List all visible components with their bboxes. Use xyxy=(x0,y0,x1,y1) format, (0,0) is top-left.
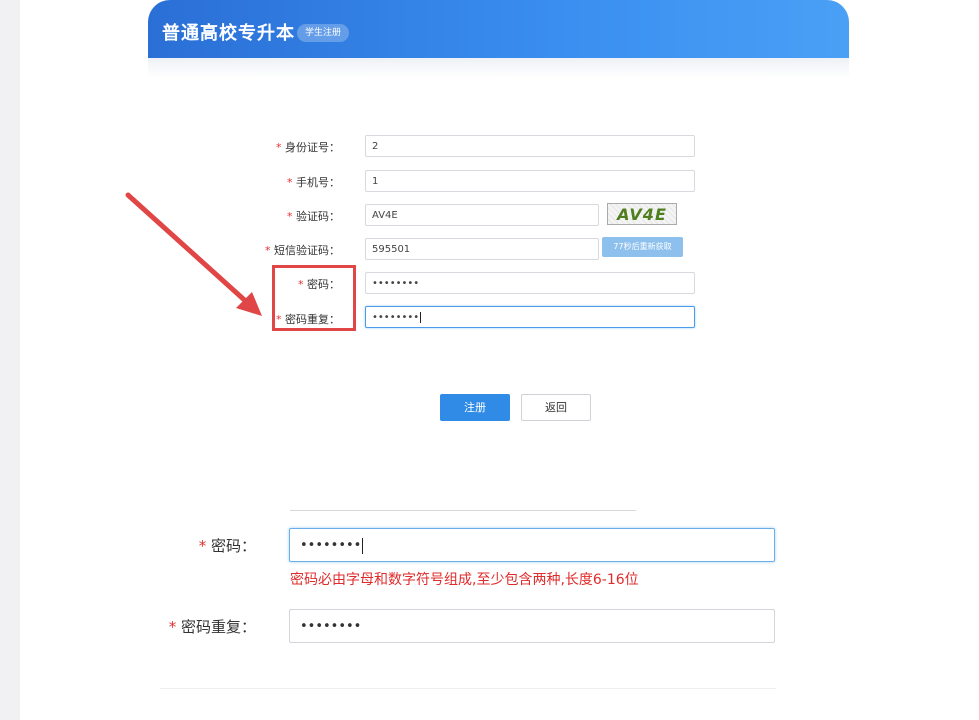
zoom-password-value: •••••••• xyxy=(300,538,362,553)
zoom-password-label: * 密码： xyxy=(126,535,256,556)
bottom-divider xyxy=(160,688,776,689)
zoom-password-repeat-label-text: 密码重复： xyxy=(180,618,256,636)
zoom-password-repeat-label: * 密码重复： xyxy=(126,616,256,637)
required-mark: * xyxy=(168,618,177,636)
required-mark: * xyxy=(198,537,207,555)
zoom-password-label-text: 密码： xyxy=(210,537,256,555)
password-error-message: 密码必由字母和数字符号组成,至少包含两种,长度6-16位 xyxy=(290,572,639,588)
register-button[interactable]: 注册 xyxy=(440,394,510,421)
zoom-password-input[interactable]: •••••••• xyxy=(289,528,775,562)
text-caret xyxy=(362,537,364,554)
back-button[interactable]: 返回 xyxy=(521,394,591,421)
zoom-password-repeat-input[interactable]: •••••••• xyxy=(289,609,775,643)
zoom-divider xyxy=(290,510,636,511)
